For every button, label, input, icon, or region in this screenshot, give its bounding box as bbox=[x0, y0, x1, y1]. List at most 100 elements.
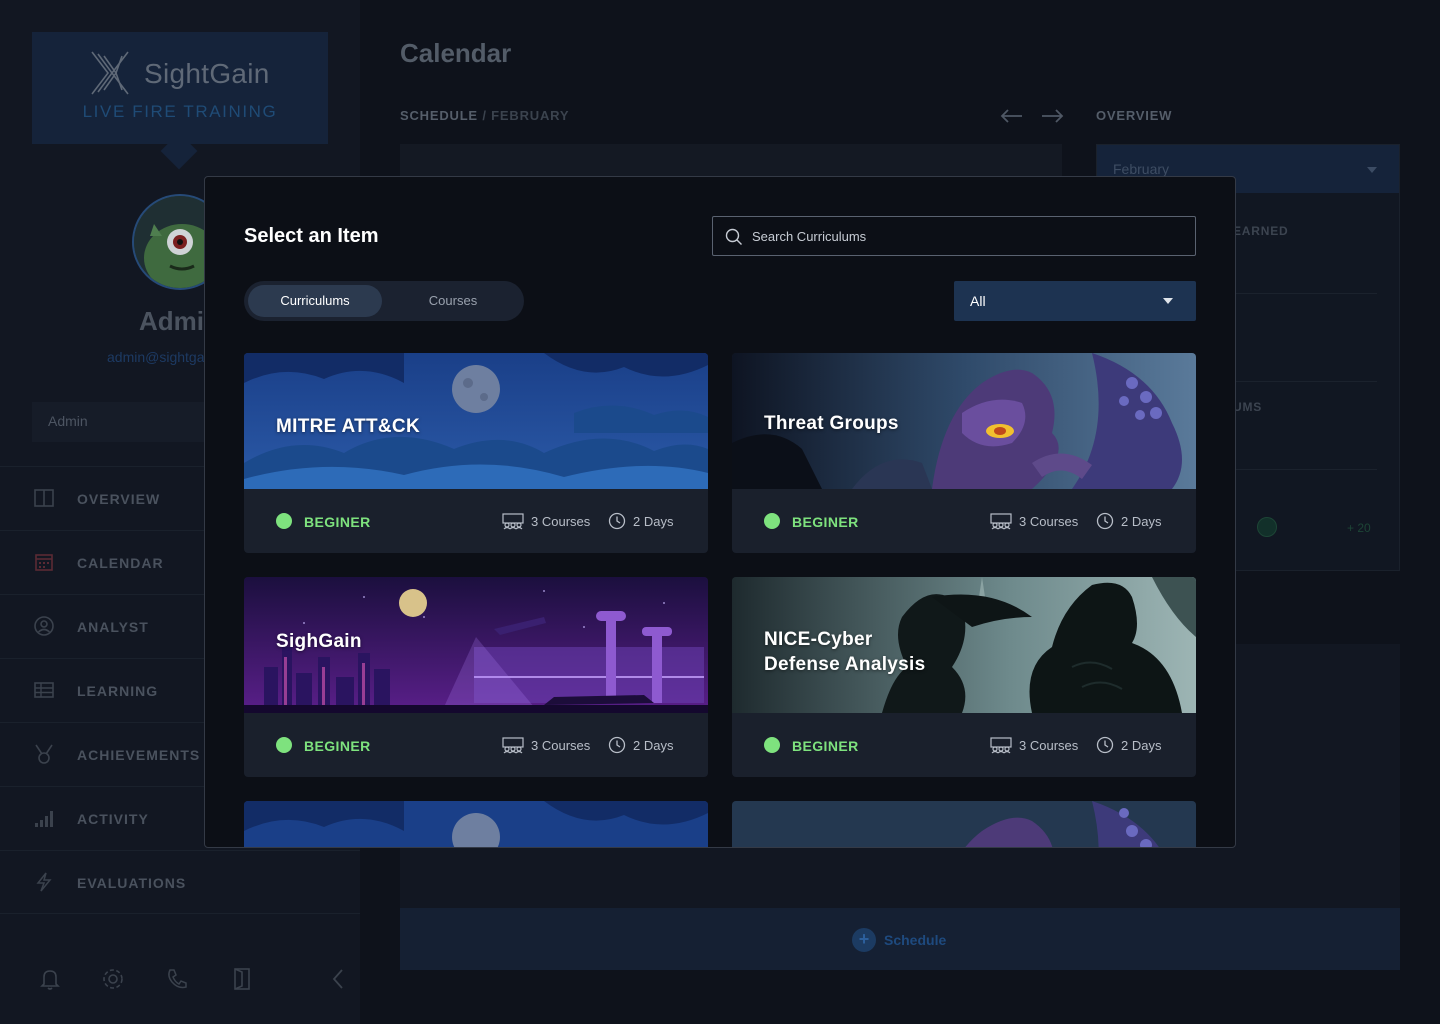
card-banner-image: NICE-Cyber Defense Analysis bbox=[732, 577, 1196, 713]
medal-icon bbox=[35, 744, 53, 764]
arrow-left-icon[interactable] bbox=[1000, 109, 1022, 123]
phone-icon[interactable] bbox=[164, 966, 190, 992]
card-level: BEGINER bbox=[304, 514, 371, 530]
card-footer: BEGINER 3 Courses 2 Days bbox=[732, 489, 1196, 553]
card-level: BEGINER bbox=[304, 738, 371, 754]
clock-icon bbox=[608, 512, 626, 530]
card-duration: 2 Days bbox=[633, 738, 674, 753]
level-indicator-dot bbox=[276, 737, 292, 753]
sidebar-item-evaluations[interactable]: EVALUATIONS bbox=[0, 850, 360, 914]
page-title: Calendar bbox=[400, 38, 512, 68]
overview-more-count[interactable]: + 20 bbox=[1347, 521, 1371, 535]
search-icon bbox=[725, 228, 742, 245]
divider bbox=[1221, 469, 1377, 470]
card-level: BEGINER bbox=[792, 738, 859, 754]
month-navigation bbox=[1000, 109, 1064, 123]
card-footer: BEGINER 3 Courses 2 Days bbox=[244, 713, 708, 777]
filter-select[interactable]: All bbox=[954, 281, 1196, 321]
lightning-icon bbox=[36, 872, 52, 892]
plus-icon: + bbox=[852, 928, 876, 952]
filter-value: All bbox=[970, 293, 986, 309]
sightgain-logo-icon bbox=[91, 51, 129, 95]
clock-icon bbox=[1096, 512, 1114, 530]
card-banner-image bbox=[244, 801, 708, 847]
breadcrumb: SCHEDULE / FEBRUARY bbox=[400, 108, 569, 123]
card-banner-image bbox=[732, 801, 1196, 847]
item-type-tabs: Curriculums Courses bbox=[244, 281, 524, 321]
overview-month-value: February bbox=[1113, 161, 1170, 177]
sidebar-item-label: CALENDAR bbox=[77, 555, 164, 571]
sidebar-footer bbox=[0, 952, 360, 1008]
card-duration: 2 Days bbox=[1121, 514, 1162, 529]
bell-icon[interactable] bbox=[37, 966, 63, 992]
modal-title: Select an Item bbox=[244, 225, 379, 247]
divider bbox=[1221, 381, 1377, 382]
chevron-down-icon bbox=[1367, 167, 1377, 173]
search-box bbox=[712, 216, 1196, 256]
breadcrumb-current: FEBRUARY bbox=[491, 108, 570, 123]
group-icon bbox=[990, 513, 1012, 530]
gear-icon[interactable] bbox=[100, 966, 126, 992]
sidebar-item-label: ACTIVITY bbox=[77, 811, 149, 827]
logo[interactable]: SightGain LIVE FIRE TRAINING bbox=[32, 32, 328, 144]
curriculum-card[interactable]: Threat Groups BEGINER 3 Courses 2 Days bbox=[732, 353, 1196, 553]
breadcrumb-root[interactable]: SCHEDULE bbox=[400, 108, 478, 123]
tab-curriculums[interactable]: Curriculums bbox=[248, 285, 382, 317]
card-banner-image: SighGain bbox=[244, 577, 708, 713]
arrow-right-icon[interactable] bbox=[1042, 109, 1064, 123]
level-indicator-dot bbox=[764, 513, 780, 529]
tab-courses[interactable]: Courses bbox=[386, 285, 520, 317]
clock-icon bbox=[608, 736, 626, 754]
card-banner-image: Threat Groups bbox=[732, 353, 1196, 489]
card-course-count: 3 Courses bbox=[1019, 514, 1079, 529]
level-indicator-dot bbox=[276, 513, 292, 529]
clock-icon bbox=[1096, 736, 1114, 754]
logo-name: SightGain bbox=[144, 58, 270, 89]
curriculum-card[interactable]: SighGain BEGINER 3 Courses 2 Days bbox=[244, 577, 708, 777]
card-title: MITRE ATT&CK bbox=[276, 416, 420, 437]
schedule-button-label: Schedule bbox=[884, 932, 947, 948]
card-title: NICE-Cyber Defense Analysis bbox=[764, 629, 926, 675]
level-indicator-dot bbox=[764, 737, 780, 753]
curriculum-card[interactable]: NICE-Cyber Defense Analysis BEGINER 3 Co… bbox=[732, 577, 1196, 777]
card-footer: BEGINER 3 Courses 2 Days bbox=[244, 489, 708, 553]
select-item-modal: Select an Item Curriculums Courses All bbox=[204, 176, 1236, 848]
logo-tagline: LIVE FIRE TRAINING bbox=[82, 102, 278, 121]
card-footer: BEGINER 3 Courses 2 Days bbox=[732, 713, 1196, 777]
card-banner-image: MITRE ATT&CK bbox=[244, 353, 708, 489]
search-input[interactable] bbox=[752, 217, 1182, 255]
group-icon bbox=[502, 737, 524, 754]
user-circle-icon bbox=[34, 616, 54, 636]
book-icon bbox=[34, 489, 54, 507]
curriculum-card[interactable] bbox=[732, 801, 1196, 847]
sidebar-item-label: LEARNING bbox=[77, 683, 159, 699]
sidebar-item-label: OVERVIEW bbox=[77, 491, 161, 507]
dragon-illustration bbox=[732, 801, 1196, 847]
card-course-count: 3 Courses bbox=[1019, 738, 1079, 753]
curriculum-card[interactable]: MITRE ATT&CK BEGINER 3 Courses 2 Days bbox=[244, 353, 708, 553]
card-level: BEGINER bbox=[792, 514, 859, 530]
sidebar-item-label: EVALUATIONS bbox=[77, 875, 187, 891]
overview-badge bbox=[1257, 517, 1277, 537]
door-exit-icon[interactable] bbox=[230, 966, 256, 992]
schedule-bar: + Schedule bbox=[400, 908, 1400, 970]
bar-chart-icon bbox=[35, 811, 53, 827]
curriculum-card[interactable] bbox=[244, 801, 708, 847]
divider bbox=[1221, 293, 1377, 294]
chevron-down-icon bbox=[1163, 298, 1173, 304]
group-icon bbox=[990, 737, 1012, 754]
breadcrumb-separator: / bbox=[482, 108, 487, 123]
card-title: Threat Groups bbox=[764, 413, 899, 434]
calendar-icon bbox=[35, 554, 53, 571]
card-course-count: 3 Courses bbox=[531, 514, 591, 529]
night-sky-illustration bbox=[244, 801, 708, 847]
table-icon bbox=[34, 682, 54, 698]
overview-curriculums-label: UMS bbox=[1233, 400, 1263, 414]
sidebar-item-label: ACHIEVEMENTS bbox=[77, 747, 201, 763]
card-duration: 2 Days bbox=[633, 514, 674, 529]
card-course-count: 3 Courses bbox=[531, 738, 591, 753]
group-icon bbox=[502, 513, 524, 530]
card-duration: 2 Days bbox=[1121, 738, 1162, 753]
collapse-chevron-icon[interactable] bbox=[326, 966, 352, 992]
sidebar-item-label: ANALYST bbox=[77, 619, 149, 635]
